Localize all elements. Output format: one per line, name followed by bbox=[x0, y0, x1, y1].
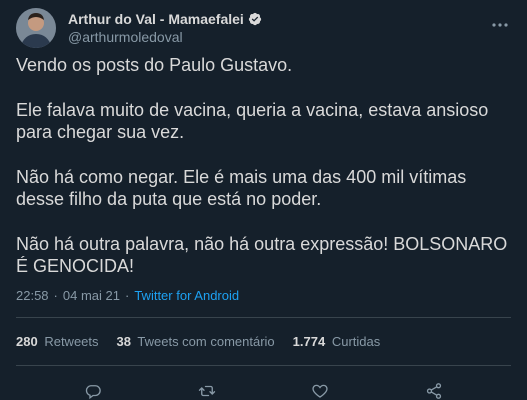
likes-stat[interactable]: 1.774 Curtidas bbox=[293, 334, 381, 349]
quotes-label: Tweets com comentário bbox=[137, 333, 275, 349]
retweets-count: 280 bbox=[16, 333, 38, 349]
author-handle[interactable]: @arthurmoledoval bbox=[68, 28, 262, 46]
heart-icon[interactable] bbox=[310, 381, 330, 400]
tweet-date[interactable]: 04 mai 21 bbox=[63, 288, 120, 303]
tweet-paragraph: Vendo os posts do Paulo Gustavo. bbox=[16, 55, 293, 75]
tweet-paragraph: Não há como negar. Ele é mais uma das 40… bbox=[16, 166, 467, 210]
quotes-stat[interactable]: 38 Tweets com comentário bbox=[117, 334, 275, 349]
meta-separator: · bbox=[124, 288, 130, 303]
meta-separator: · bbox=[53, 288, 58, 303]
more-options-icon[interactable] bbox=[491, 18, 509, 32]
tweet-meta: 22:58 · 04 mai 21 · Twitter for Android bbox=[16, 286, 511, 306]
author-names: Arthur do Val - Mamaefalei @arthurmoledo… bbox=[68, 10, 262, 46]
retweets-stat[interactable]: 280 Retweets bbox=[16, 334, 99, 349]
author-display-name[interactable]: Arthur do Val - Mamaefalei bbox=[68, 10, 244, 28]
tweet-stats: 280 Retweets 38 Tweets com comentário 1.… bbox=[16, 318, 511, 365]
retweet-icon[interactable] bbox=[197, 381, 217, 400]
name-row: Arthur do Val - Mamaefalei bbox=[68, 10, 262, 28]
tweet-header: Arthur do Val - Mamaefalei @arthurmoledo… bbox=[16, 0, 511, 52]
reply-icon[interactable] bbox=[83, 381, 103, 400]
tweet-paragraph: Ele falava muito de vacina, queria a vac… bbox=[16, 99, 489, 143]
retweets-label: Retweets bbox=[44, 333, 99, 349]
likes-label: Curtidas bbox=[331, 333, 381, 349]
verified-badge-icon bbox=[248, 12, 262, 26]
share-icon[interactable] bbox=[424, 381, 444, 400]
tweet-time[interactable]: 22:58 bbox=[16, 288, 49, 303]
tweet-source-link[interactable]: Twitter for Android bbox=[134, 288, 239, 303]
tweet-actions bbox=[16, 366, 511, 400]
likes-count: 1.774 bbox=[292, 333, 326, 349]
tweet-card: Arthur do Val - Mamaefalei @arthurmoledo… bbox=[0, 0, 527, 400]
tweet-text: Vendo os posts do Paulo Gustavo. Ele fal… bbox=[16, 54, 511, 278]
avatar-image bbox=[16, 8, 56, 48]
quotes-count: 38 bbox=[116, 333, 131, 349]
avatar[interactable] bbox=[16, 8, 56, 48]
tweet-paragraph: Não há outra palavra, não há outra expre… bbox=[16, 233, 508, 277]
